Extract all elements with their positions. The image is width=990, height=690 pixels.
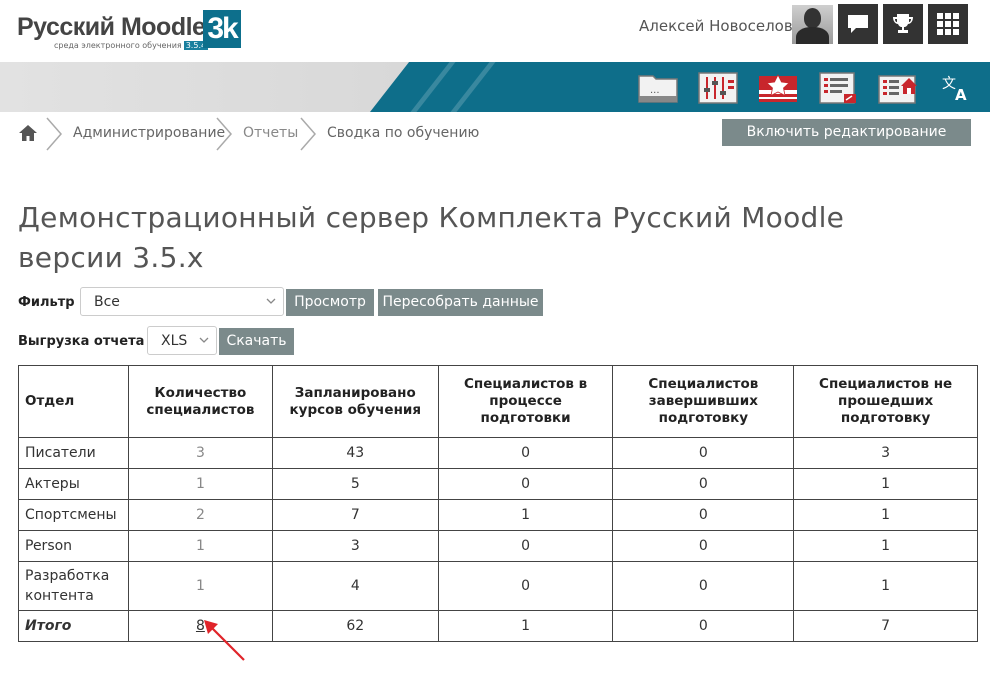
filter-selected-value: Все (94, 294, 120, 310)
table-cell: 1 (793, 561, 978, 611)
filter-select[interactable]: Все (80, 287, 284, 316)
table-cell: 1 (127, 468, 273, 500)
translate-icon[interactable]: 文A (938, 72, 978, 104)
department-cell: Актеры (18, 468, 129, 500)
export-selected-value: XLS (161, 333, 188, 349)
table-cell: 4 (271, 561, 439, 611)
chevron-down-icon (266, 298, 276, 304)
total-label: Итого (18, 610, 129, 642)
avatar[interactable] (792, 5, 833, 44)
table-cell: 0 (612, 468, 795, 500)
download-button[interactable]: Скачать (219, 328, 294, 355)
table-cell: 0 (612, 530, 795, 562)
turn-editing-on-button[interactable]: Включить редактирование блоков (722, 119, 971, 167)
report-list-icon[interactable] (818, 72, 858, 104)
user-name[interactable]: Алексей Новоселов (639, 17, 793, 35)
column-header: Количество специалистов (127, 365, 273, 438)
top-bar: Русский Moodle среда электронного обучен… (0, 0, 990, 62)
breadcrumb-separator-icon (216, 117, 232, 151)
table-cell: 0 (437, 437, 614, 469)
annotation-arrow-icon (204, 620, 245, 661)
logo-subtitle: среда электронного обучения 3.5.4 (54, 41, 209, 50)
breadcrumb-separator-icon (46, 117, 62, 151)
breadcrumb-reports[interactable]: Отчеты (243, 125, 298, 141)
svg-text:A: A (955, 86, 967, 104)
column-header: Запланировано курсов обучения (271, 365, 439, 438)
table-row: Спортсмены 2 7 1 0 1 (18, 499, 978, 531)
table-cell: 0 (612, 499, 795, 531)
table-row: Писатели 3 43 0 0 3 (18, 437, 978, 469)
messages-button[interactable] (838, 4, 878, 44)
table-cell: 1 (793, 468, 978, 500)
department-cell: Person (18, 530, 129, 562)
table-cell: 2 (127, 499, 273, 531)
table-cell: 1 (437, 610, 614, 642)
dashboard-home-icon[interactable] (878, 72, 918, 104)
logo-badge: 3k (203, 10, 241, 48)
total-row: Итого 8 62 1 0 7 (18, 610, 978, 642)
table-cell: 0 (437, 561, 614, 611)
table-cell: 3 (271, 530, 439, 562)
breadcrumb-separator-icon (300, 117, 316, 151)
table-header-row: Отдел Количество специалистов Запланиров… (18, 365, 978, 438)
column-header: Отдел (18, 365, 129, 438)
export-label: Выгрузка отчета (18, 334, 145, 349)
chat-icon (848, 15, 868, 33)
table-cell: 3 (793, 437, 978, 469)
header-band: ... 文A (0, 62, 990, 112)
view-button[interactable]: Просмотр (286, 289, 374, 316)
table-cell: 0 (612, 610, 795, 642)
column-header: Специалистов не прошедших подготовку (793, 365, 978, 438)
table-cell: 1 (793, 499, 978, 531)
chevron-down-icon (199, 337, 209, 343)
column-header: Специалистов завершивших подготовку (612, 365, 795, 438)
trophy-icon (893, 14, 913, 33)
table-cell: 0 (612, 437, 795, 469)
apps-grid-icon (937, 13, 959, 35)
department-cell: Писатели (18, 437, 129, 469)
table-cell: 43 (271, 437, 439, 469)
training-summary-table: Отдел Количество специалистов Запланиров… (18, 365, 978, 642)
table-row: Актеры 1 5 0 0 1 (18, 468, 978, 500)
svg-text:文: 文 (942, 76, 956, 92)
apps-menu-button[interactable] (928, 4, 968, 44)
breadcrumb-administration[interactable]: Администрирование (73, 125, 225, 141)
table-cell: 1 (793, 530, 978, 562)
table-cell: 62 (271, 610, 439, 642)
department-cell: Разработка контента (18, 561, 129, 611)
home-icon[interactable] (18, 124, 38, 142)
column-header: Специалистов в процессе подготовки (437, 365, 614, 438)
svg-text:...: ... (650, 85, 660, 96)
table-cell: 0 (437, 530, 614, 562)
star-card-icon[interactable] (758, 72, 798, 104)
table-row: Person 1 3 0 0 1 (18, 530, 978, 562)
department-cell: Спортсмены (18, 499, 129, 531)
rebuild-data-button[interactable]: Пересобрать данные (378, 289, 543, 316)
export-format-select[interactable]: XLS (147, 326, 217, 355)
logo-text: Русский Moodle (17, 13, 206, 41)
table-cell: 0 (612, 561, 795, 611)
table-cell: 5 (271, 468, 439, 500)
table-cell: 1 (437, 499, 614, 531)
table-cell: 7 (271, 499, 439, 531)
filter-label: Фильтр (18, 295, 75, 310)
table-cell: 1 (127, 561, 273, 611)
folder-icon[interactable]: ... (638, 72, 678, 104)
table-row: Разработка контента 1 4 0 0 1 (18, 561, 978, 611)
settings-sliders-icon[interactable] (698, 72, 738, 104)
table-cell: 0 (437, 468, 614, 500)
table-cell: 7 (793, 610, 978, 642)
table-cell: 3 (127, 437, 273, 469)
breadcrumb-training-summary: Сводка по обучению (327, 125, 480, 141)
achievements-button[interactable] (883, 4, 923, 44)
page-title: Демонстрационный сервер Комплекта Русски… (18, 201, 845, 274)
table-cell: 1 (127, 530, 273, 562)
